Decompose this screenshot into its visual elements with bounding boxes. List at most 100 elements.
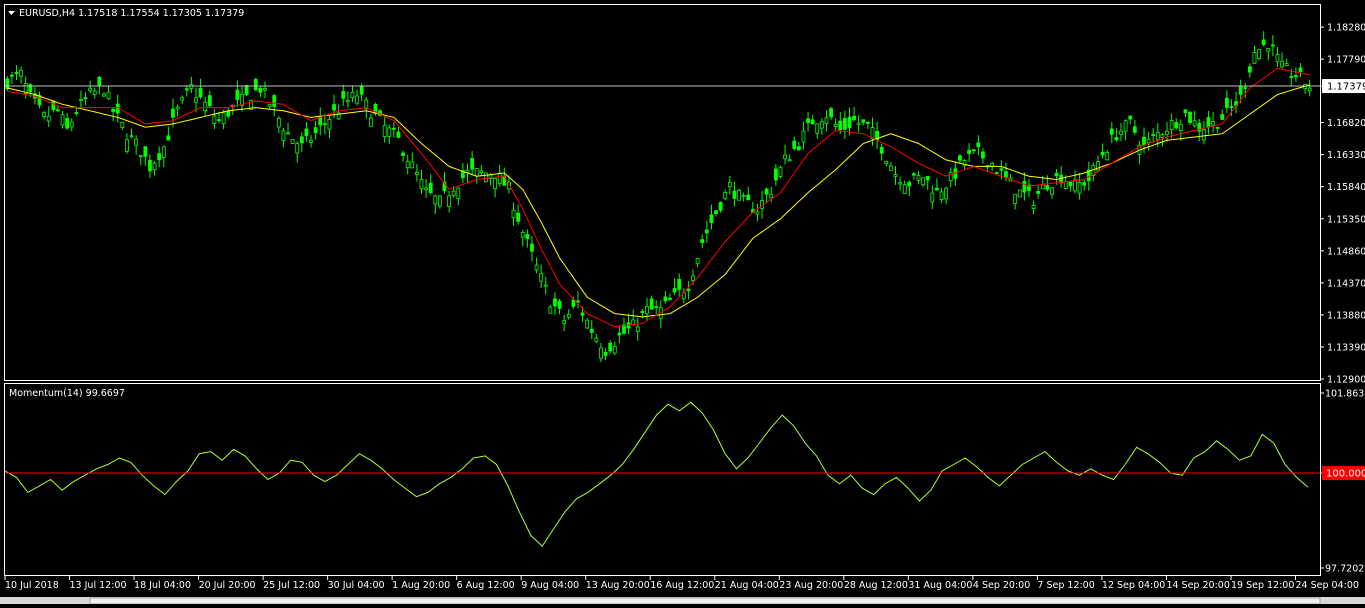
candle-body [1068, 181, 1073, 187]
candle-body [1206, 117, 1211, 128]
candle-body [313, 127, 318, 134]
candle-body [447, 195, 452, 208]
candle-body [566, 314, 571, 318]
candle-body [889, 165, 893, 171]
candle-body [1100, 151, 1105, 156]
price-tick-label: 1.18280 [1327, 23, 1365, 34]
candle-body [967, 149, 972, 154]
candle-body [1050, 187, 1054, 195]
price-tick-label: 1.13390 [1327, 342, 1365, 353]
time-tick-label: 12 Sep 04:00 [1102, 580, 1165, 591]
candle-body [787, 159, 792, 162]
candle-body [912, 173, 916, 176]
candle-body [1211, 121, 1215, 126]
time-tick-label: 19 Sep 12:00 [1231, 580, 1294, 591]
chart-window[interactable]: 1.18280 1.17790 1.16820 1.16330 1.15840 1.153… [0, 0, 1365, 605]
candle-body [589, 328, 594, 333]
candle-body [1224, 97, 1229, 108]
candle-body [332, 104, 336, 111]
price-tick-label: 1.14860 [1327, 246, 1365, 257]
time-tick-label: 30 Jul 04:00 [328, 580, 385, 591]
candle-body [916, 175, 921, 181]
candle-body [672, 288, 677, 293]
candle-body [341, 91, 346, 99]
candle-body [1201, 129, 1206, 141]
candle-body [1077, 182, 1082, 194]
candle-body [102, 93, 106, 97]
candle-body [557, 300, 562, 309]
candle-body [525, 234, 530, 239]
candle-body [608, 342, 613, 352]
candle-body [907, 181, 912, 187]
candle-body [737, 190, 741, 201]
candle-body [925, 175, 930, 181]
candle-body [19, 69, 24, 77]
candle-body [879, 146, 884, 154]
candle-body [355, 95, 359, 104]
candle-body [1307, 87, 1312, 92]
candle-body [1013, 193, 1018, 204]
candle-body [1109, 128, 1114, 135]
candle-body [272, 95, 277, 107]
time-tick-label: 18 Jul 04:00 [134, 580, 191, 591]
price-pane[interactable] [4, 4, 1321, 381]
candle-body [1165, 130, 1169, 135]
indicator-pane[interactable] [4, 383, 1321, 576]
candle-body [290, 138, 295, 144]
candle-body [184, 88, 189, 91]
candle-body [456, 187, 461, 199]
candle-body [106, 91, 111, 100]
price-tick-label: 1.13880 [1327, 310, 1365, 321]
candle-body [152, 162, 157, 171]
candle-body [727, 181, 732, 188]
chart-canvas[interactable]: 1.18280 1.17790 1.16820 1.16330 1.15840 1.153… [0, 0, 1365, 605]
price-tick-label: 1.15840 [1327, 182, 1365, 193]
candle-body [838, 120, 843, 131]
candle-body [10, 74, 14, 77]
current-price-label: 1.17379 [1327, 82, 1365, 93]
candle-body [1036, 190, 1041, 194]
candle-body [806, 118, 810, 124]
candle-body [258, 87, 263, 93]
candle-body [327, 119, 332, 130]
candle-body [1151, 134, 1156, 137]
candle-body [391, 127, 396, 130]
candle-body [645, 305, 649, 314]
candle-body [847, 116, 852, 129]
time-tick-label: 14 Sep 20:00 [1166, 580, 1229, 591]
candle-body [1142, 136, 1146, 145]
time-axis: 10 Jul 2018 13 Jul 12:00 18 Jul 04:00 20 Ju… [4, 576, 1359, 591]
candle-body [1040, 184, 1045, 190]
candle-body [194, 97, 198, 103]
candle-body [138, 155, 143, 157]
candle-body [1298, 67, 1303, 73]
candle-body [599, 347, 603, 359]
candle-body [1183, 109, 1188, 114]
candle-body [1022, 180, 1027, 193]
candle-body [562, 320, 567, 324]
candle-body [1132, 126, 1137, 133]
candle-body [580, 312, 585, 316]
candle-body [935, 187, 939, 191]
candle-body [534, 264, 539, 271]
scrollbar-thumb[interactable] [89, 597, 1321, 605]
candle-body [668, 297, 672, 301]
candle-body [244, 85, 249, 95]
time-tick-label: 4 Sep 20:00 [973, 580, 1030, 591]
candle-body [994, 172, 999, 174]
candle-body [304, 128, 309, 137]
candle-body [299, 136, 304, 144]
candle-body [902, 184, 907, 194]
candle-body [125, 139, 129, 152]
candle-body [111, 108, 116, 112]
time-tick-label: 16 Aug 12:00 [650, 580, 714, 591]
candle-body [493, 177, 498, 190]
candle-body [852, 115, 856, 121]
candle-body [700, 239, 705, 244]
price-tick-label: 1.15350 [1327, 214, 1365, 225]
candle-body [65, 117, 70, 129]
candle-body [424, 187, 428, 191]
candle-body [451, 190, 456, 196]
candle-body [479, 170, 484, 173]
candle-body [350, 91, 355, 99]
